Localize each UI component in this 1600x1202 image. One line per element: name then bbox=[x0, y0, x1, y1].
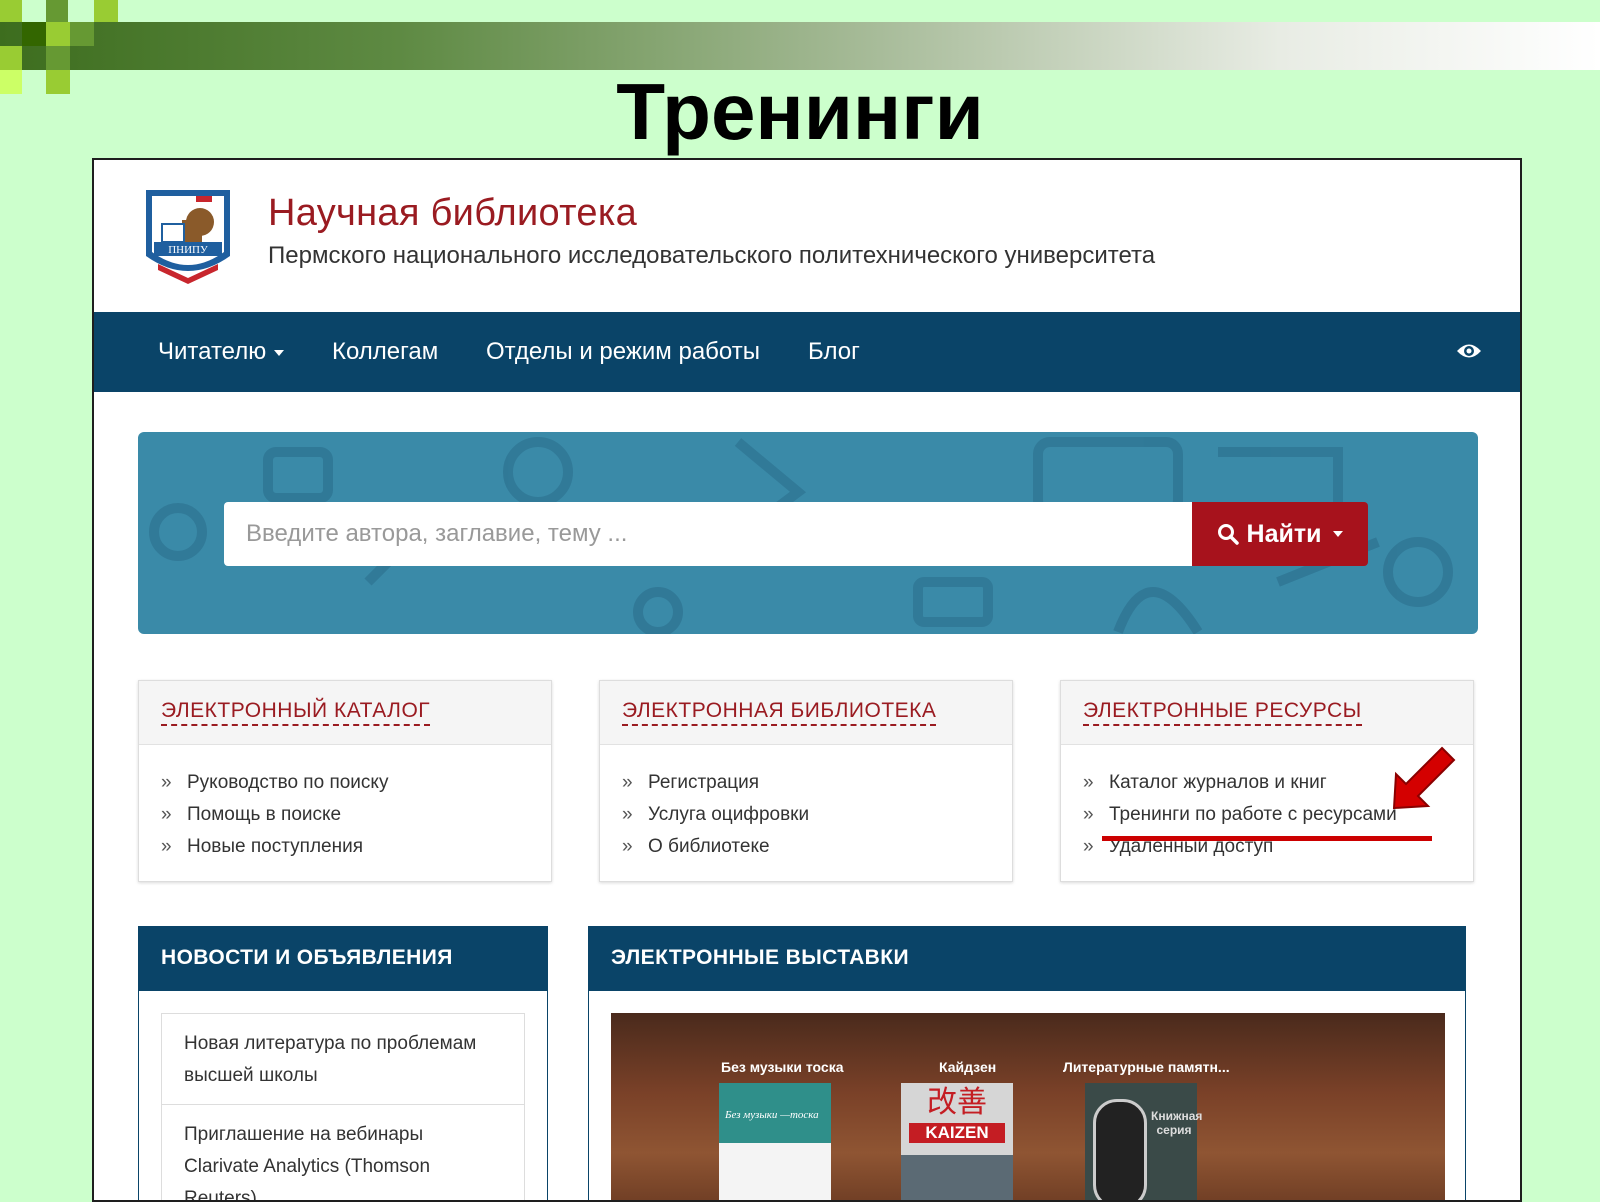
panel-header: ЭЛЕКТРОННАЯ БИБЛИОТЕКА bbox=[600, 681, 1012, 745]
nav-item-reader[interactable]: Читателю bbox=[158, 312, 285, 392]
raquo-icon: » bbox=[1083, 772, 1094, 793]
exhibitions-box: ЭЛЕКТРОННЫЕ ВЫСТАВКИ Без музыки тоска Ка… bbox=[588, 926, 1466, 1200]
panel-header: ЭЛЕКТРОННЫЙ КАТАЛОГ bbox=[139, 681, 551, 745]
search-hero: Найти bbox=[138, 432, 1478, 634]
raquo-icon: » bbox=[622, 804, 633, 825]
book-cover[interactable]: Книжная серия bbox=[1085, 1083, 1202, 1200]
raquo-icon: » bbox=[1083, 804, 1094, 825]
nav-item-label: Отделы и режим работы bbox=[486, 338, 760, 365]
nav-item-colleagues[interactable]: Коллегам bbox=[332, 312, 438, 392]
site-subtitle: Пермского национального исследовательско… bbox=[268, 242, 1156, 269]
book-title[interactable]: Без музыки тоска bbox=[721, 1059, 844, 1075]
raquo-icon: » bbox=[161, 772, 172, 793]
panel-link[interactable]: » Руководство по поиску bbox=[161, 767, 551, 799]
slide-decor-square bbox=[70, 22, 94, 46]
logo-icon[interactable]: ПНИПУ bbox=[138, 186, 238, 286]
svg-text:ПНИПУ: ПНИПУ bbox=[168, 244, 208, 256]
news-box-title: НОВОСТИ И ОБЪЯВЛЕНИЯ bbox=[139, 927, 547, 991]
website-screenshot: ПНИПУ Научная библиотека Пермского нацио… bbox=[92, 158, 1522, 1202]
book-cover[interactable]: Без музыки —тоска bbox=[719, 1083, 831, 1200]
news-box: НОВОСТИ И ОБЪЯВЛЕНИЯ Новая литература по… bbox=[138, 926, 548, 1200]
exhibitions-box-title: ЭЛЕКТРОННЫЕ ВЫСТАВКИ bbox=[589, 927, 1465, 991]
search-button[interactable]: Найти bbox=[1192, 502, 1368, 566]
raquo-icon: » bbox=[622, 836, 633, 857]
panel-title[interactable]: ЭЛЕКТРОННЫЙ КАТАЛОГ bbox=[161, 699, 431, 726]
slide-decor-square bbox=[94, 0, 118, 22]
search-input[interactable] bbox=[224, 502, 1192, 566]
caret-down-icon bbox=[274, 349, 285, 356]
panel-link[interactable]: » Услуга оцифровки bbox=[622, 799, 1012, 831]
slide-decor-square bbox=[0, 0, 22, 22]
eye-icon[interactable] bbox=[1456, 340, 1482, 362]
panel-link[interactable]: » Помощь в поиске bbox=[161, 799, 551, 831]
nav-item-departments[interactable]: Отделы и режим работы bbox=[486, 312, 760, 392]
slide-decor-square bbox=[46, 0, 68, 22]
nav-item-blog[interactable]: Блог bbox=[808, 312, 860, 392]
panel-header: ЭЛЕКТРОННЫЕ РЕСУРСЫ bbox=[1061, 681, 1473, 745]
main-nav: Читателю Коллегам Отделы и режим работы … bbox=[94, 312, 1520, 392]
slide-title: Тренинги bbox=[616, 67, 984, 156]
panel-electronic-catalog: ЭЛЕКТРОННЫЙ КАТАЛОГ » Руководство по поис… bbox=[138, 680, 552, 882]
raquo-icon: » bbox=[161, 836, 172, 857]
nav-item-label: Блог bbox=[808, 338, 860, 365]
annotation-arrow-icon bbox=[1392, 746, 1456, 810]
exhibitions-shelf: Без музыки тоска Кайдзен Литературные па… bbox=[611, 1013, 1445, 1200]
book-cover[interactable]: 改善 KAIZEN bbox=[901, 1083, 1013, 1200]
panel-link[interactable]: » О библиотеке bbox=[622, 831, 1012, 863]
annotation-underline bbox=[1102, 836, 1432, 841]
raquo-icon: » bbox=[622, 772, 633, 793]
search-button-label: Найти bbox=[1246, 519, 1322, 548]
panel-link[interactable]: » Новые поступления bbox=[161, 831, 551, 863]
caret-down-icon bbox=[1333, 531, 1344, 537]
nav-item-label: Коллегам bbox=[332, 338, 439, 365]
panel-title[interactable]: ЭЛЕКТРОННЫЕ РЕСУРСЫ bbox=[1083, 699, 1362, 726]
book-title[interactable]: Кайдзен bbox=[939, 1059, 996, 1075]
news-item[interactable]: Приглашение на вебинары Clarivate Analyt… bbox=[161, 1104, 525, 1200]
panel-links: » Регистрация » Услуга оцифровки » О библио… bbox=[600, 745, 1012, 863]
panel-title[interactable]: ЭЛЕКТРОННАЯ БИБЛИОТЕКА bbox=[622, 699, 937, 726]
raquo-icon: » bbox=[161, 804, 172, 825]
search-icon bbox=[1217, 524, 1239, 545]
slide-decor-square bbox=[22, 22, 46, 46]
book-title[interactable]: Литературные памятн... bbox=[1063, 1059, 1230, 1075]
panel-links: » Руководство по поиску » Помощь в поиске … bbox=[139, 745, 551, 863]
panel-electronic-library: ЭЛЕКТРОННАЯ БИБЛИОТЕКА » Регистрация » Усл… bbox=[599, 680, 1013, 882]
nav-item-label: Читателю bbox=[158, 338, 267, 365]
news-item[interactable]: Новая литература по проблемам высшей шко… bbox=[161, 1013, 525, 1105]
site-title[interactable]: Научная библиотека bbox=[268, 192, 637, 235]
panel-link[interactable]: » Регистрация bbox=[622, 767, 1012, 799]
slide-decor-square bbox=[46, 22, 70, 46]
site-header: ПНИПУ Научная библиотека Пермского нацио… bbox=[94, 160, 1520, 312]
